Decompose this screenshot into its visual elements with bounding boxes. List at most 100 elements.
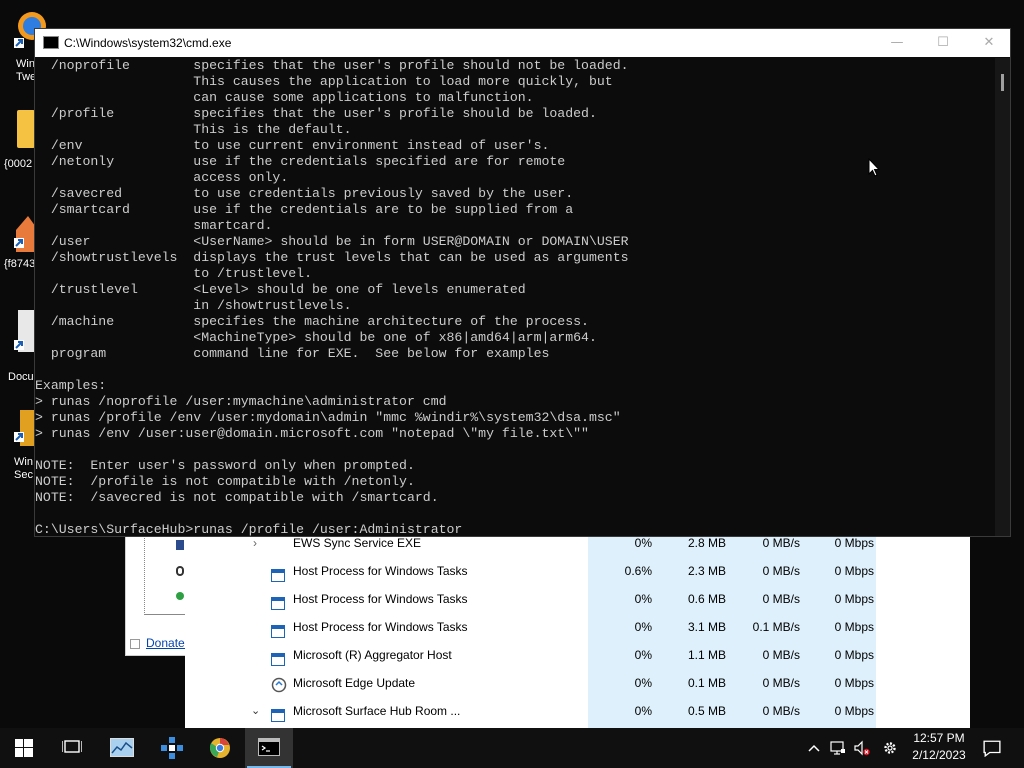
disk-value: 0 MB/s bbox=[728, 585, 802, 613]
app-shortcut-icon bbox=[14, 12, 46, 48]
network-value: 0 Mbps bbox=[802, 669, 876, 697]
console-line: can cause some applications to malfuncti… bbox=[35, 90, 534, 105]
network-value: 0 Mbps bbox=[802, 613, 876, 641]
console-line: > runas /env /user:user@domain.microsoft… bbox=[35, 426, 589, 441]
background-window: Donate! bbox=[125, 535, 188, 656]
taskbar-performance-monitor[interactable] bbox=[98, 728, 146, 768]
process-name: Microsoft (R) Aggregator Host bbox=[293, 648, 452, 662]
memory-value: 0.1 MB bbox=[654, 669, 728, 697]
cpu-value: 0% bbox=[588, 697, 654, 725]
network-value: 0 Mbps bbox=[802, 585, 876, 613]
disk-value: 0 MB/s bbox=[728, 669, 802, 697]
window-app-icon bbox=[271, 620, 285, 638]
performance-chart-icon bbox=[110, 738, 134, 757]
console-line: program command line for EXE. See below … bbox=[35, 346, 550, 361]
window-app-icon bbox=[271, 564, 285, 582]
disk-value: 0 MB/s bbox=[728, 641, 802, 669]
window-app-icon bbox=[271, 648, 285, 666]
window-app-icon bbox=[271, 704, 285, 722]
cmd-app-icon bbox=[43, 36, 59, 49]
console-output[interactable]: /noprofile specifies that the user's pro… bbox=[35, 58, 995, 536]
edge-update-icon bbox=[271, 675, 287, 693]
task-view-icon bbox=[62, 740, 82, 753]
cpu-value: 0.6% bbox=[588, 557, 654, 585]
console-line: /machine specifies the machine architect… bbox=[35, 314, 589, 329]
window-app-icon bbox=[271, 592, 285, 610]
close-button[interactable]: ✕ bbox=[966, 29, 1012, 57]
maximize-button[interactable]: ☐ bbox=[920, 29, 966, 57]
table-row[interactable]: ⌄ Microsoft Surface Hub Room ... 0% 0.5 … bbox=[185, 697, 970, 725]
window-title: C:\Windows\system32\cmd.exe bbox=[64, 36, 232, 50]
memory-value: 0.6 MB bbox=[654, 585, 728, 613]
scrollbar-thumb[interactable] bbox=[1001, 74, 1004, 91]
console-line: Examples: bbox=[35, 378, 107, 393]
task-manager-window: › EWS Sync Service EXE 0% 2.8 MB 0 MB/s … bbox=[185, 530, 970, 728]
shield-shortcut-icon bbox=[14, 410, 36, 446]
cmd-title-bar[interactable]: C:\Windows\system32\cmd.exe — ☐ ✕ bbox=[35, 29, 1010, 57]
taskbar: 12:57 PM 2/12/2023 bbox=[0, 728, 1024, 768]
table-row[interactable]: Host Process for Windows Tasks 0% 3.1 MB… bbox=[185, 613, 970, 641]
minimize-button[interactable]: — bbox=[874, 29, 920, 57]
tree-node-icon bbox=[176, 592, 184, 600]
chevron-down-icon[interactable]: ⌄ bbox=[251, 697, 260, 725]
console-line: /savecred to use credentials previously … bbox=[35, 186, 574, 201]
task-view-button[interactable] bbox=[48, 728, 96, 768]
cpu-value: 0% bbox=[588, 641, 654, 669]
console-line: in /showtrustlevels. bbox=[35, 298, 352, 313]
cpu-value: 0% bbox=[588, 585, 654, 613]
table-row[interactable]: Host Process for Windows Tasks 0.6% 2.3 … bbox=[185, 557, 970, 585]
table-row[interactable]: Microsoft Edge Update 0% 0.1 MB 0 MB/s 0… bbox=[185, 669, 970, 697]
tree-node-icon bbox=[176, 540, 184, 550]
clock-date: 2/12/2023 bbox=[912, 748, 966, 762]
start-button[interactable] bbox=[0, 728, 48, 768]
memory-value: 2.3 MB bbox=[654, 557, 728, 585]
mouse-cursor-icon bbox=[868, 158, 880, 177]
console-line: <MachineType> should be one of x86|amd64… bbox=[35, 330, 597, 345]
tree-node-icon bbox=[176, 566, 184, 576]
console-line: NOTE: Enter user's password only when pr… bbox=[35, 458, 415, 473]
process-name: Host Process for Windows Tasks bbox=[293, 592, 468, 606]
taskbar-network-tool[interactable] bbox=[148, 728, 196, 768]
chrome-browser-icon bbox=[209, 738, 230, 758]
memory-value: 3.1 MB bbox=[654, 613, 728, 641]
network-icon[interactable] bbox=[830, 740, 846, 756]
notification-center-icon[interactable] bbox=[983, 739, 1001, 757]
console-line: > runas /noprofile /user:mymachine\admin… bbox=[35, 394, 447, 409]
process-name: Host Process for Windows Tasks bbox=[293, 564, 468, 578]
system-clock[interactable]: 12:57 PM 2/12/2023 bbox=[900, 730, 978, 766]
cmd-window[interactable]: C:\Windows\system32\cmd.exe — ☐ ✕ /nopro… bbox=[34, 28, 1011, 537]
network-value: 0 Mbps bbox=[802, 697, 876, 725]
volume-muted-icon[interactable] bbox=[854, 740, 870, 756]
document-icon bbox=[14, 310, 36, 352]
memory-value: 0.5 MB bbox=[654, 697, 728, 725]
cpu-value: 0% bbox=[588, 613, 654, 641]
table-row[interactable]: Microsoft (R) Aggregator Host 0% 1.1 MB … bbox=[185, 641, 970, 669]
console-line: NOTE: /profile is not compatible with /n… bbox=[35, 474, 415, 489]
console-line: /user <UserName> should be in form USER@… bbox=[35, 234, 629, 249]
console-line: /smartcard use if the credentials are to… bbox=[35, 202, 574, 217]
gear-icon[interactable] bbox=[882, 740, 898, 756]
console-line: This is the default. bbox=[35, 122, 352, 137]
donate-link[interactable]: Donate! bbox=[146, 636, 188, 650]
network-value: 0 Mbps bbox=[802, 641, 876, 669]
vertical-scrollbar[interactable] bbox=[995, 58, 1010, 536]
command-prompt-line[interactable]: C:\Users\SurfaceHub>runas /profile /user… bbox=[35, 522, 462, 536]
console-line: /noprofile specifies that the user's pro… bbox=[35, 58, 629, 73]
network-value: 0 Mbps bbox=[802, 557, 876, 585]
disk-value: 0 MB/s bbox=[728, 557, 802, 585]
console-line: /showtrustlevels displays the trust leve… bbox=[35, 250, 629, 265]
console-line: /profile specifies that the user's profi… bbox=[35, 106, 597, 121]
console-line: NOTE: /savecred is not compatible with /… bbox=[35, 490, 439, 505]
clock-time: 12:57 PM bbox=[913, 731, 965, 745]
taskbar-cmd[interactable] bbox=[245, 728, 293, 768]
disk-value: 0.1 MB/s bbox=[728, 613, 802, 641]
console-line: smartcard. bbox=[35, 218, 273, 233]
console-line: > runas /profile /env /user:mydomain\adm… bbox=[35, 410, 621, 425]
taskbar-browser[interactable] bbox=[196, 728, 244, 768]
chevron-up-icon[interactable] bbox=[806, 740, 822, 756]
table-row[interactable]: Host Process for Windows Tasks 0% 0.6 MB… bbox=[185, 585, 970, 613]
console-line: /trustlevel <Level> should be one of lev… bbox=[35, 282, 526, 297]
house-shortcut-icon bbox=[14, 212, 38, 252]
windows-logo-icon bbox=[15, 739, 33, 757]
process-name: Microsoft Surface Hub Room ... bbox=[293, 704, 461, 718]
